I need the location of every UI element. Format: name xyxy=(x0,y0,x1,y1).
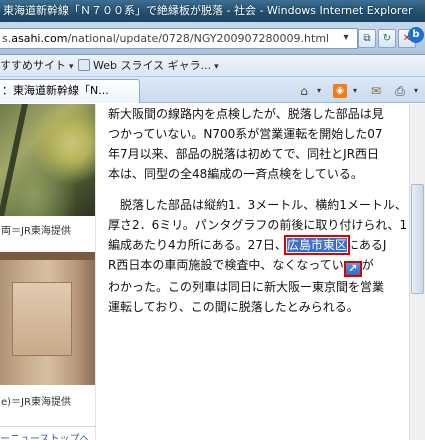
window-title-bar: 東海道新幹線「Ｎ７００系」で絶縁板が脱落 - 社会 - Windows Inte… xyxy=(0,0,425,22)
print-dropdown-icon[interactable]: ▾ xyxy=(411,83,421,99)
accelerator-open-link-icon[interactable]: ↗ xyxy=(343,261,362,277)
article-line: わかった。この列車は同日に新大阪ー東京間を営業 xyxy=(108,280,385,294)
photo-caption-1: 両＝JR東海提供 xyxy=(1,226,71,237)
home-dropdown-icon[interactable]: ▾ xyxy=(314,83,324,99)
tab-current-page[interactable]: ：東海道新幹線「N... xyxy=(0,79,140,103)
address-dropdown-icon[interactable]: ▾ xyxy=(338,29,354,48)
url-prefix: s. xyxy=(2,32,12,45)
feeds-dropdown-icon[interactable]: ▾ xyxy=(350,83,360,99)
compatibility-view-icon[interactable]: ⧉ xyxy=(358,29,376,48)
url-domain: asahi.com xyxy=(11,32,68,45)
address-field[interactable]: s.asahi.com/national/update/0728/NGY2009… xyxy=(0,28,358,49)
tab-label: ：東海道新幹線「N... xyxy=(2,84,109,97)
chevron-down-icon: ▾ xyxy=(214,62,219,72)
scrollbar-thumb[interactable] xyxy=(411,184,424,294)
address-row: s.asahi.com/national/update/0728/NGY2009… xyxy=(0,22,425,55)
window-title: 東海道新幹線「Ｎ７００系」で絶縁板が脱落 - 社会 - Windows Inte… xyxy=(3,4,413,17)
article-paragraph-1: 新大阪間の線路内を点検したが、脱落した部品は見 つかっていない。N700系が営業… xyxy=(108,104,408,184)
web-slice-icon xyxy=(78,59,90,71)
divider xyxy=(0,426,96,427)
news-photo-2[interactable] xyxy=(0,252,95,385)
article-line: にあるJ xyxy=(346,238,387,252)
news-photo-1[interactable] xyxy=(0,104,95,216)
favorite-item-label: すすめサイト xyxy=(0,59,66,72)
mail-icon[interactable]: ✉ xyxy=(368,83,384,99)
article-line: が xyxy=(361,258,374,272)
photo-column: 両＝JR東海提供 e)＝JR東海提供 ーニューストップへ xyxy=(0,104,96,440)
article-line: 新大阪間の線路内を点検したが、脱落した部品は見 xyxy=(108,107,384,121)
article-line: 脱落した部品は縦約1．3メートル、横約1メートル、 xyxy=(108,198,407,212)
article-line: 年7月以来、部品の脱落は初めてで、同社とJR西日 xyxy=(108,147,380,161)
selected-text-highlight[interactable]: 広島市東区 xyxy=(283,235,350,255)
article-line: 厚さ2．6ミリ。パンタグラフの前後に取り付けられ、1 xyxy=(108,218,408,232)
page-content: 両＝JR東海提供 e)＝JR東海提供 ーニューストップへ 新大阪間の線路内を点検… xyxy=(0,104,425,440)
article-paragraph-2: 脱落した部品は縦約1．3メートル、横約1メートル、 厚さ2．6ミリ。パンタグラフ… xyxy=(108,195,408,317)
vertical-scrollbar[interactable] xyxy=(409,104,425,440)
favorite-item-suggested-sites[interactable]: すすめサイト ▾ xyxy=(0,55,74,76)
photo-caption-2: e)＝JR東海提供 xyxy=(1,397,71,408)
feeds-icon[interactable]: ◉ xyxy=(333,84,347,98)
article-line: 編成あたり4カ所にある。27日、 xyxy=(108,238,287,252)
favorites-bar: すすめサイト ▾ Web スライス ギャラ... ▾ xyxy=(0,55,425,77)
url-path: /national/update/0728/NGY200907280009.ht… xyxy=(67,32,330,45)
news-top-link[interactable]: ーニューストップへ xyxy=(0,430,90,440)
article-line: R西日本の車両施設で検査中、なくなってい xyxy=(108,258,344,272)
search-provider-icon[interactable]: b xyxy=(408,27,424,43)
print-icon[interactable]: ⎙ xyxy=(392,83,408,99)
tab-toolbar-row: ：東海道新幹線「N... ⌂ ▾ ◉ ▾ ✉ ⎙ ▾ xyxy=(0,77,425,103)
article-body: 新大阪間の線路内を点検したが、脱落した部品は見 つかっていない。N700系が営業… xyxy=(108,104,408,317)
home-icon[interactable]: ⌂ xyxy=(296,83,312,99)
chevron-down-icon: ▾ xyxy=(69,62,74,72)
article-line: つかっていない。N700系が営業運転を開始した07 xyxy=(108,127,383,141)
favorite-item-web-slice[interactable]: Web スライス ギャラ... ▾ xyxy=(78,55,219,76)
favorite-item-label: Web スライス ギャラ... xyxy=(93,59,212,72)
refresh-icon[interactable]: ↻ xyxy=(378,29,396,48)
article-line: 運転しており、この間に脱落したとみられる。 xyxy=(108,300,359,314)
article-line: 本は、同型の全48編成の一斉点検をしている。 xyxy=(108,167,363,181)
